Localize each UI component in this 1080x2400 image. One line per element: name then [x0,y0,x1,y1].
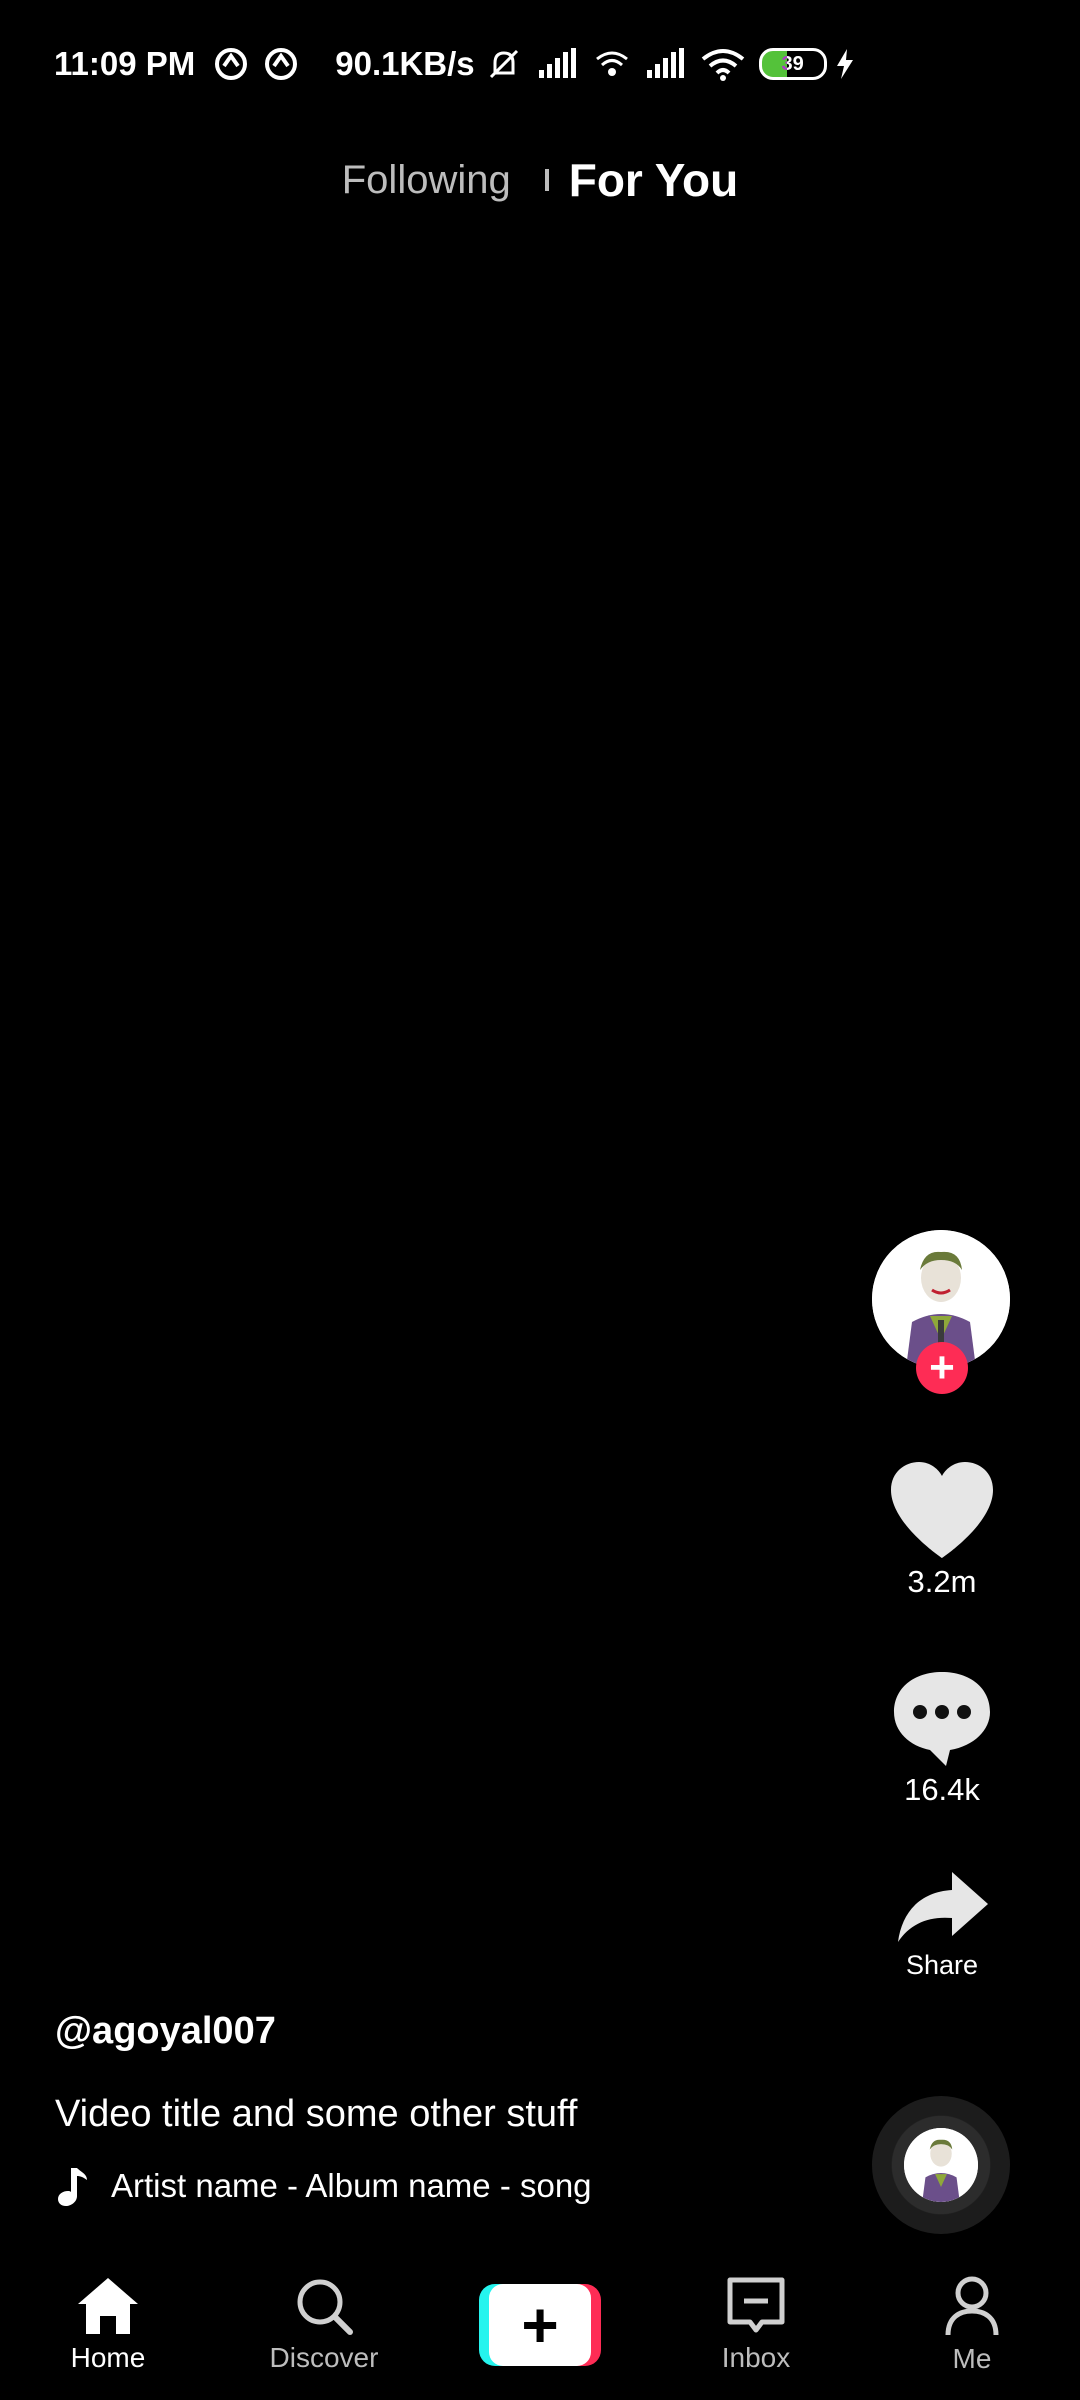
create-video-button[interactable]: + [479,2284,601,2366]
nav-discover-label: Discover [269,2342,379,2373]
nav-discover[interactable]: Discover [239,2276,409,2374]
nav-create[interactable]: + [455,2284,625,2366]
status-time: 11:09 PM [54,45,196,82]
share-arrow-icon[interactable] [894,1870,990,1946]
battery-level: 39 [781,52,804,75]
follow-plus-button[interactable]: + [916,1342,968,1394]
wifi-icon [701,47,745,81]
battery-indicator: 39 [758,48,827,80]
music-note-icon [58,2168,87,2206]
heart-icon[interactable] [887,1460,997,1560]
music-info[interactable]: Artist name - Album name - song [55,2166,835,2206]
inbox-icon[interactable] [726,2276,786,2336]
share-label: Share [905,1950,979,1980]
tab-for-you[interactable]: For You [569,153,739,207]
app-notification-icon [263,46,299,82]
tab-divider [544,169,549,191]
like-count: 3.2m [907,1564,977,1599]
charging-bolt-icon [835,49,855,79]
comment-count: 16.4k [904,1772,980,1807]
profile-icon[interactable] [944,2275,1000,2337]
video-caption: @agoyal007 Video title and some other st… [55,2010,835,2206]
feed-tabs: Following For You [0,140,1080,220]
like-action[interactable]: 3.2m [860,1460,1024,1600]
app-notification-icon [213,46,249,82]
tab-following[interactable]: Following [342,158,511,203]
video-title: Video title and some other stuff [55,2093,578,2135]
nav-me-label: Me [952,2343,992,2374]
tiktok-feed-screen: 11:09 PM 90.1KB/s 39 Following For You +… [0,0,1080,2400]
signal-icon [645,48,687,80]
music-disc[interactable] [872,2096,1010,2234]
bottom-navigation: Home Discover + Inbox Me [0,2250,1080,2400]
home-icon[interactable] [76,2276,140,2336]
share-action[interactable]: Share [860,1870,1024,1981]
nav-inbox-label: Inbox [721,2342,791,2373]
hotspot-icon [593,47,631,81]
nav-inbox[interactable]: Inbox [671,2276,841,2374]
nav-home[interactable]: Home [23,2276,193,2374]
mute-bell-icon [485,45,523,83]
plus-icon[interactable]: + [489,2284,591,2366]
music-track-text: Artist name - Album name - song [111,2167,592,2204]
status-bar: 11:09 PM 90.1KB/s 39 [0,0,1080,128]
signal-icon [537,48,579,80]
music-disc-avatar [904,2128,978,2202]
nav-me[interactable]: Me [887,2275,1057,2375]
creator-avatar-group[interactable]: + [872,1230,1010,1394]
search-icon[interactable] [294,2276,354,2336]
network-speed: 90.1KB/s [335,45,475,82]
comment-action[interactable]: 16.4k [860,1668,1024,1808]
comment-bubble-icon[interactable] [890,1668,994,1768]
nav-home-label: Home [70,2342,146,2373]
creator-username[interactable]: @agoyal007 [55,2010,835,2053]
